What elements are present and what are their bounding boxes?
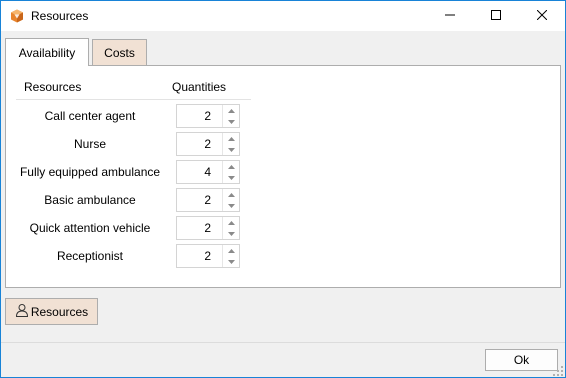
tab-costs-label: Costs [104,45,135,60]
close-icon [536,9,548,23]
header-divider [16,99,251,100]
chevron-down-icon[interactable] [223,172,240,183]
chevron-down-icon[interactable] [223,256,240,267]
quantity-stepper[interactable]: 2 [176,132,240,156]
quantity-value[interactable]: 2 [177,189,221,211]
resource-label: Quick attention vehicle [29,221,151,235]
resources-column-header: Resources [24,80,82,94]
quantity-value[interactable]: 4 [177,161,221,183]
maximize-button[interactable] [473,1,519,31]
ok-button[interactable]: Ok [485,349,558,371]
chevron-up-icon[interactable] [223,245,240,256]
ok-button-label: Ok [513,353,530,367]
quantity-stepper[interactable]: 2 [176,104,240,128]
resources-button-label: Resources [30,304,89,319]
resource-label: Receptionist [56,249,124,263]
resource-label: Fully equipped ambulance [19,165,161,179]
chevron-up-icon[interactable] [223,133,240,144]
quantities-column-header: Quantities [172,80,227,94]
title-bar[interactable]: Resources [1,1,565,31]
quantity-stepper[interactable]: 2 [176,244,240,268]
chevron-up-icon[interactable] [223,189,240,200]
window-title: Resources [31,9,89,23]
tab-availability-label: Availability [18,45,76,60]
quantity-stepper[interactable]: 4 [176,160,240,184]
chevron-down-icon[interactable] [223,144,240,155]
stepper-buttons [222,133,239,155]
resource-label: Call center agent [44,109,136,123]
close-button[interactable] [519,1,565,31]
stepper-buttons [222,189,239,211]
stepper-buttons [222,161,239,183]
minimize-button[interactable] [427,1,473,31]
quantity-stepper[interactable]: 2 [176,216,240,240]
stepper-buttons [222,217,239,239]
chevron-up-icon[interactable] [223,217,240,228]
person-icon [15,303,29,320]
stepper-buttons [222,245,239,267]
resources-dialog: Resources Availability Costs Resources Q… [0,0,566,378]
quantity-value[interactable]: 2 [177,105,221,127]
tab-availability[interactable]: Availability [5,38,89,66]
resize-grip-icon[interactable] [553,365,563,376]
chevron-up-icon[interactable] [223,105,240,116]
chevron-down-icon[interactable] [223,200,240,211]
resource-label: Nurse [73,137,106,151]
quantity-value[interactable]: 2 [177,133,221,155]
resource-label: Basic ambulance [44,193,136,207]
stepper-buttons [222,105,239,127]
chevron-up-icon[interactable] [223,161,240,172]
tab-costs[interactable]: Costs [92,39,147,65]
quantity-value[interactable]: 2 [177,245,221,267]
maximize-icon [491,9,501,23]
app-cube-icon [10,9,24,23]
minimize-icon [445,9,455,23]
chevron-down-icon[interactable] [223,228,240,239]
footer-divider [1,342,565,343]
chevron-down-icon[interactable] [223,116,240,127]
quantity-value[interactable]: 2 [177,217,221,239]
quantity-stepper[interactable]: 2 [176,188,240,212]
availability-panel: Resources Quantities Call center agent 2… [5,65,561,288]
resources-button[interactable]: Resources [5,298,98,325]
